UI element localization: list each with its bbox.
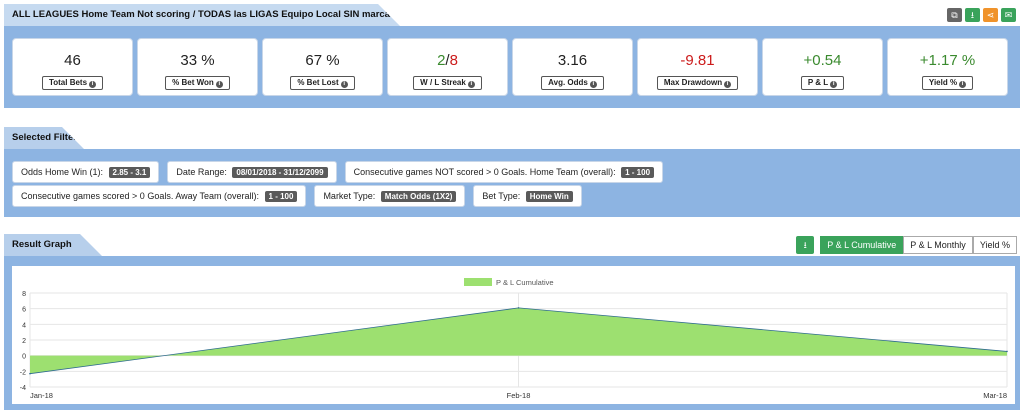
pl-cumulative-chart: -4 -2 0 2 4 6 8 Jan-18 Feb-18 Mar-18 P & L Cumulat… — [20, 278, 1008, 400]
stat-label-text: Total Bets — [48, 78, 88, 87]
page-title: ALL LEAGUES Home Team Not scoring / TODA… — [4, 4, 400, 26]
legend-label: P & L Cumulative — [496, 278, 554, 287]
stat-card: 33 % % Bet Won i — [137, 38, 258, 96]
filter-label: Odds Home Win (1): — [21, 167, 106, 177]
graph-download-icon[interactable]: ⭳ — [796, 236, 815, 254]
stat-label[interactable]: % Bet Won i — [165, 76, 230, 90]
stat-value: 33 % — [180, 52, 215, 69]
stat-loss-streak: 8 — [449, 52, 458, 69]
info-icon[interactable]: i — [89, 81, 97, 88]
email-icon[interactable]: ✉ — [1001, 8, 1016, 22]
copy-icon[interactable]: ⧉ — [947, 8, 962, 22]
info-icon[interactable]: i — [467, 81, 475, 88]
filters-row-1: Odds Home Win (1): 2.85 - 3.1 Date Range:… — [12, 161, 664, 183]
info-icon[interactable]: i — [215, 81, 223, 88]
data-point — [517, 307, 520, 309]
filter-value: 1 - 100 — [621, 167, 655, 178]
x-tick-label: Mar-18 — [983, 391, 1007, 400]
filter-label: Consecutive games NOT scored > 0 Goals. … — [353, 167, 619, 177]
header-actions: ⧉ ⭳ ⋖ ✉ — [947, 8, 1016, 22]
stat-label-text: % Bet Lost — [297, 78, 339, 87]
x-tick-label: Feb-18 — [507, 391, 531, 400]
stat-value: +0.54 — [803, 52, 842, 69]
info-icon[interactable]: i — [959, 81, 967, 88]
stat-label-text: W / L Streak — [420, 78, 466, 87]
y-tick-label: 6 — [22, 307, 26, 314]
stat-label[interactable]: P & Li — [800, 76, 845, 90]
filter-value: Match Odds (1X2) — [380, 191, 457, 202]
stat-label[interactable]: Yield % i — [921, 76, 974, 90]
stat-card: 46 Total Bets i — [12, 38, 133, 96]
stats-row: 46 Total Bets i 33 %% Bet Won i 67 %% Bet Los… — [12, 38, 1008, 96]
filter-chip: Bet Type: Home Win — [473, 185, 582, 207]
stat-label[interactable]: % Bet Lost i — [290, 76, 355, 90]
y-tick-label: 8 — [22, 291, 26, 298]
chart-container: -4 -2 0 2 4 6 8 Jan-18 Feb-18 Mar-18 P & L Cumulat… — [12, 266, 1015, 404]
graph-tab[interactable]: P & L Monthly — [903, 236, 973, 254]
stat-value: 46 — [64, 52, 81, 69]
stat-value: 67 % — [305, 52, 340, 69]
filters-row-2: Consecutive games scored > 0 Goals. Away… — [12, 185, 582, 207]
stat-label-text: Yield % — [928, 78, 958, 87]
filter-chip: Consecutive games scored > 0 Goals. Away… — [12, 185, 307, 207]
graph-tab[interactable]: Yield % — [972, 236, 1017, 254]
stat-card: 67 % % Bet Lost i — [262, 38, 383, 96]
stat-value: 2/8 — [388, 51, 507, 70]
stat-label-text: % Bet Won — [172, 78, 214, 87]
stat-value: 3.16 — [557, 52, 588, 69]
filter-chip: Consecutive games NOT scored > 0 Goals. … — [344, 161, 664, 183]
filter-label: Date Range: — [176, 167, 230, 177]
stat-card: +1.17 % Yield % i — [887, 38, 1008, 96]
data-point — [29, 372, 31, 375]
filters-title: Selected Filters — [4, 127, 84, 149]
stat-label-text: P & L — [807, 78, 829, 87]
info-icon[interactable]: i — [830, 81, 838, 88]
stat-label-text: Max Drawdown — [663, 78, 723, 87]
stat-value: +1.17 % — [919, 52, 976, 69]
y-tick-label: 4 — [22, 322, 26, 329]
stat-card: 3.16 Avg. Odds i — [512, 38, 633, 96]
graph-title: Result Graph — [4, 234, 102, 256]
y-tick-label: 2 — [22, 338, 26, 345]
share-icon[interactable]: ⋖ — [983, 8, 998, 22]
stat-value: -9.81 — [680, 52, 715, 69]
filter-value: 08/01/2018 - 31/12/2099 — [232, 167, 328, 178]
info-icon[interactable]: i — [589, 81, 597, 88]
filter-chip: Market Type: Match Odds (1X2) — [314, 185, 466, 207]
y-tick-label: -4 — [20, 385, 26, 392]
filter-value: 1 - 100 — [264, 191, 298, 202]
info-icon[interactable]: i — [340, 81, 348, 88]
y-tick-label: -2 — [20, 369, 26, 376]
stat-card: 2/8 W / L Streak i — [387, 38, 508, 96]
filter-label: Bet Type: — [482, 191, 523, 201]
graph-controls: ⭳ P & L Cumulative P & L Monthly Yield % — [796, 236, 1017, 254]
stat-label[interactable]: W / L Streak i — [413, 76, 482, 90]
stat-label[interactable]: Avg. Odds i — [541, 76, 604, 90]
info-icon[interactable]: i — [724, 81, 732, 88]
stat-label-text: Avg. Odds — [548, 78, 588, 87]
download-icon[interactable]: ⭳ — [965, 8, 980, 22]
stat-card: +0.54 P & Li — [762, 38, 883, 96]
x-tick-label: Jan-18 — [30, 391, 53, 400]
y-tick-label: 0 — [22, 354, 26, 361]
filter-chip: Odds Home Win (1): 2.85 - 3.1 — [12, 161, 160, 183]
legend-swatch — [464, 278, 492, 286]
stat-label[interactable]: Total Bets i — [41, 76, 104, 90]
stat-card: -9.81 Max Drawdown i — [637, 38, 758, 96]
stat-label[interactable]: Max Drawdown i — [656, 76, 739, 90]
filter-label: Consecutive games scored > 0 Goals. Away… — [21, 191, 262, 201]
graph-tabs: P & L Cumulative P & L Monthly Yield % — [820, 236, 1017, 254]
data-point — [1006, 350, 1008, 353]
filter-chip: Date Range: 08/01/2018 - 31/12/2099 — [167, 161, 337, 183]
graph-tab[interactable]: P & L Cumulative — [820, 236, 904, 254]
filter-value: 2.85 - 3.1 — [108, 167, 151, 178]
filter-value: Home Win — [525, 191, 573, 202]
filter-label: Market Type: — [323, 191, 378, 201]
